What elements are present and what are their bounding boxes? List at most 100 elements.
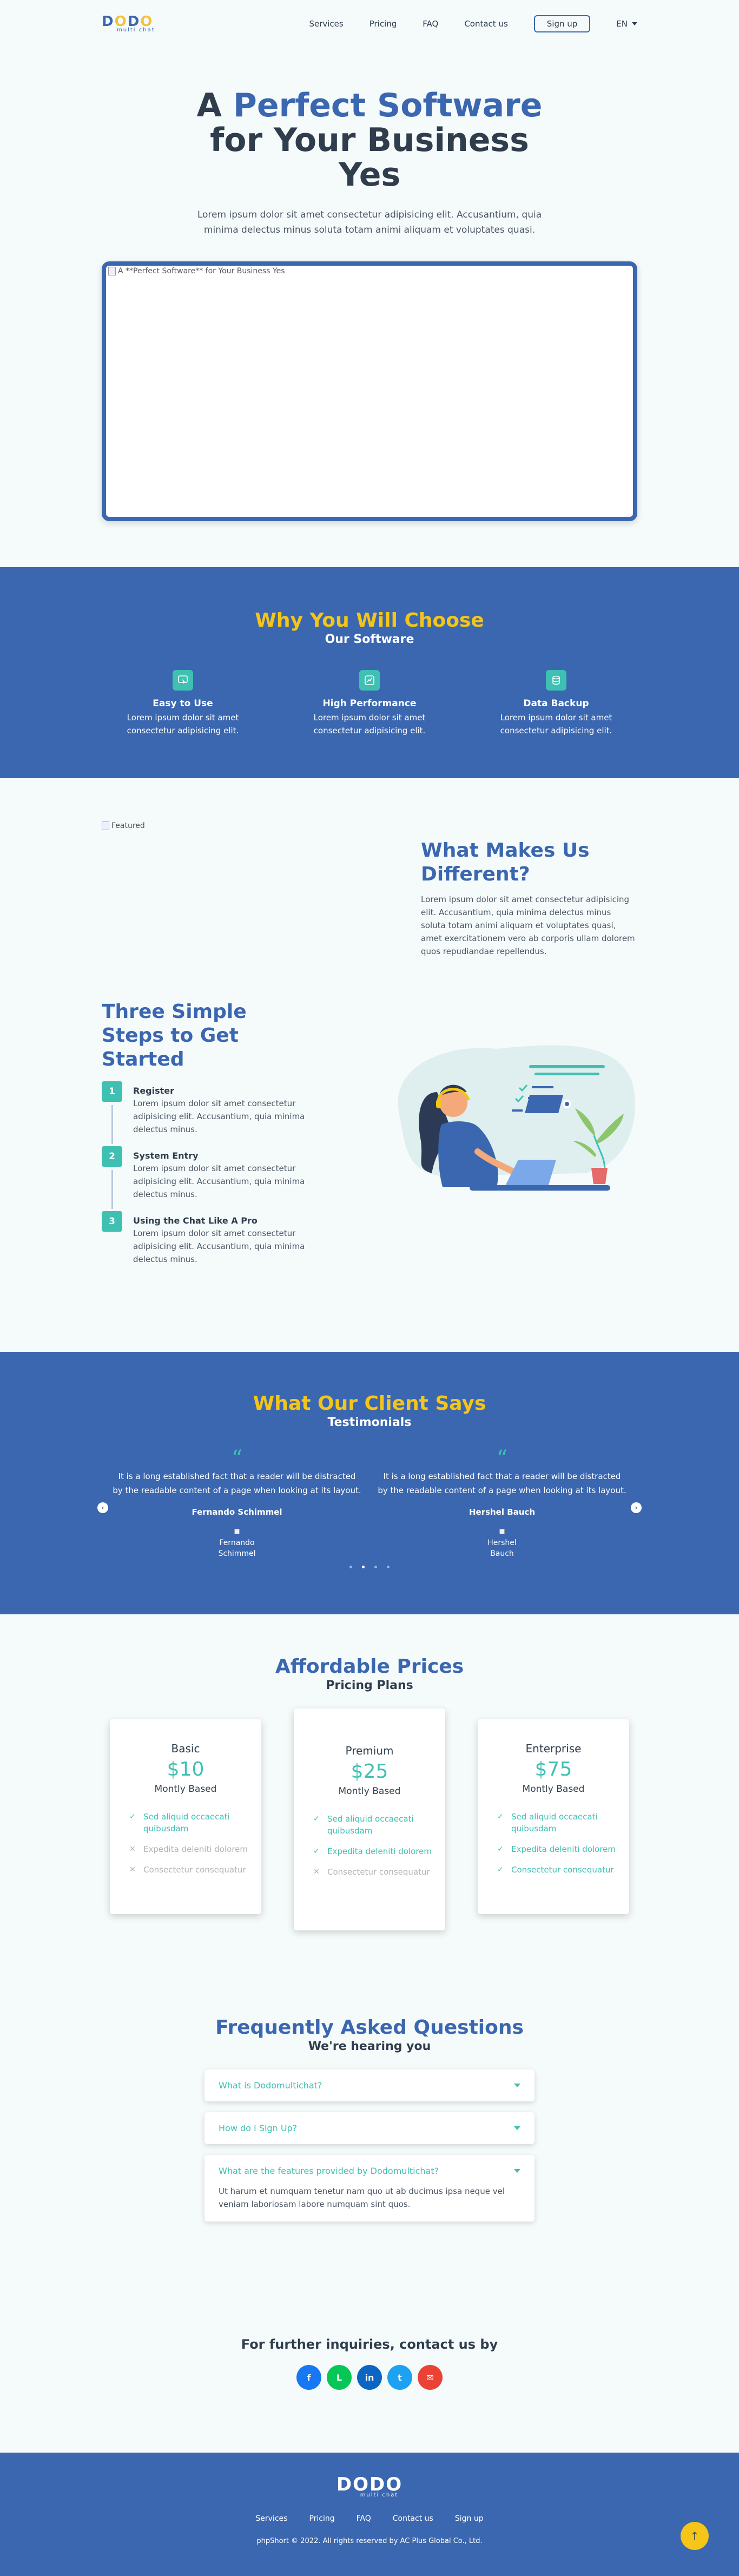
plan-feature: ✓ Consectetur consequatur — [497, 1864, 629, 1876]
social-links: f Lin t ✉ — [0, 2365, 739, 2390]
footer-nav-services[interactable]: Services — [255, 2514, 287, 2523]
faq-item[interactable]: What is Dodomultichat? — [204, 2069, 535, 2101]
cross-icon: ✕ — [129, 1845, 136, 1854]
step-item: 1 Register Lorem ipsum dolor sit amet co… — [102, 1081, 318, 1144]
footer-nav-faq[interactable]: FAQ — [357, 2514, 371, 2523]
contact-section: For further inquiries, contact us by fLi… — [0, 2337, 739, 2423]
nav-services[interactable]: Services — [309, 19, 343, 29]
nav-pricing[interactable]: Pricing — [370, 19, 397, 29]
faq-title: Frequently Asked Questions — [215, 2016, 524, 2039]
quote-icon: “ — [496, 1446, 508, 1471]
email-icon[interactable]: ✉ — [418, 2365, 443, 2390]
brand-logo[interactable]: DODO multi chat — [102, 15, 155, 33]
hero-title-accent: Perfect Software — [233, 87, 543, 124]
featured-image: Featured — [102, 822, 145, 830]
carousel-dot-active[interactable] — [362, 1566, 365, 1568]
plan-name: Enterprise — [525, 1742, 582, 1755]
footer-nav-contact[interactable]: Contact us — [393, 2514, 433, 2523]
carousel-dot[interactable] — [374, 1566, 377, 1568]
back-to-top-button[interactable]: ↑ — [681, 2522, 709, 2550]
plan-feature: ✕ Consectetur consequatur — [313, 1866, 445, 1878]
broken-image-icon — [234, 1529, 240, 1534]
plan-feature: ✕ Consectetur consequatur — [129, 1864, 261, 1876]
plan-feature-text: Sed aliquid occaecati quibusdam — [143, 1812, 230, 1834]
plan-feature-text: Sed aliquid occaecati quibusdam — [327, 1814, 414, 1836]
pricing-subtitle: Pricing Plans — [326, 1679, 413, 1692]
carousel-dot[interactable] — [387, 1566, 390, 1568]
carousel-dot[interactable] — [349, 1566, 352, 1568]
hero-image-frame: A **Perfect Software** for Your Business… — [102, 261, 637, 521]
chevron-down-icon — [632, 22, 637, 25]
faq-item[interactable]: How do I Sign Up? — [204, 2112, 535, 2144]
plan-feature: ✓ Sed aliquid occaecati quibusdam — [129, 1811, 261, 1835]
pricing-card[interactable]: Enterprise $75 Montly Based ✓ Sed aliqui… — [478, 1719, 629, 1914]
step-text: Lorem ipsum dolor sit amet consectetur a… — [133, 1228, 305, 1264]
testimonials-subtitle: Testimonials — [327, 1416, 412, 1429]
plan-basis: Montly Based — [154, 1784, 217, 1795]
main-nav: Services Pricing FAQ Contact us Sign up … — [309, 15, 637, 32]
line-icon[interactable]: L — [327, 2365, 352, 2390]
why-section: Why You Will Choose Our Software Easy to… — [0, 567, 739, 778]
step-item: 3 Using the Chat Like A Pro Lorem ipsum … — [102, 1211, 318, 1266]
carousel-next-button[interactable]: › — [631, 1502, 642, 1513]
testimonial-photo: Hershel Bauch — [480, 1527, 524, 1559]
plan-feature-text: Expedita deleniti dolorem — [327, 1846, 432, 1856]
pricing-plans: Basic $10 Montly Based ✓ Sed aliquid occ… — [110, 1708, 629, 1930]
facebook-icon[interactable]: f — [296, 2365, 321, 2390]
plan-name: Basic — [171, 1742, 200, 1755]
steps-title: Three Simple Steps to Get Started — [102, 1001, 247, 1070]
step-number: 3 — [102, 1211, 122, 1232]
plan-basis: Montly Based — [522, 1784, 585, 1795]
footer-nav-pricing[interactable]: Pricing — [309, 2514, 334, 2523]
plan-price: $25 — [351, 1760, 388, 1783]
feature-high-performance: High Performance Lorem ipsum dolor sit a… — [288, 670, 451, 737]
logo-subtitle: multi chat — [117, 27, 155, 33]
faq-section: Frequently Asked Questions We're hearing… — [0, 1974, 739, 2337]
pricing-title: Affordable Prices — [275, 1655, 464, 1678]
check-icon: ✓ — [497, 1865, 504, 1874]
feature-text: Lorem ipsum dolor sit amet consectetur a… — [127, 713, 239, 735]
featured-image-alt: Featured — [111, 822, 145, 830]
signup-button[interactable]: Sign up — [533, 15, 591, 32]
plan-price: $75 — [535, 1758, 572, 1780]
footer-nav-signup[interactable]: Sign up — [455, 2514, 484, 2523]
faq-question: What is Dodomultichat? — [219, 2080, 322, 2091]
broken-image-icon — [102, 822, 109, 830]
hero-image-alt: A **Perfect Software** for Your Business… — [118, 267, 285, 275]
database-icon — [546, 670, 566, 691]
plan-name: Premium — [345, 1744, 394, 1757]
footer-logo[interactable]: DODO multi chat — [0, 2475, 739, 2498]
feature-text: Lorem ipsum dolor sit amet consectetur a… — [313, 713, 426, 735]
copyright: phpShort © 2022. All rights reserved by … — [256, 2537, 483, 2545]
faq-answer: Ut harum et numquam tenetur nam quo ut a… — [219, 2186, 505, 2209]
hero-title-pre: A — [196, 87, 222, 124]
cross-icon: ✕ — [313, 1868, 320, 1876]
step-text: Lorem ipsum dolor sit amet consectetur a… — [133, 1099, 305, 1134]
step-number: 2 — [102, 1146, 122, 1167]
arrow-up-icon: ↑ — [690, 2529, 700, 2542]
nav-contact[interactable]: Contact us — [464, 19, 507, 29]
site-footer: DODO multi chat Services Pricing FAQ Con… — [0, 2453, 739, 2576]
faq-item-expanded[interactable]: What are the features provided by Dodomu… — [204, 2155, 535, 2222]
step-connector — [111, 1170, 113, 1209]
different-title: What Makes Us Different? — [421, 839, 590, 885]
plan-basis: Montly Based — [338, 1786, 401, 1797]
chevron-left-icon: ‹ — [101, 1504, 104, 1512]
twitter-icon[interactable]: t — [387, 2365, 412, 2390]
plan-feature-text: Expedita deleniti dolorem — [511, 1844, 616, 1854]
check-icon: ✓ — [313, 1847, 320, 1856]
testimonials-section: What Our Client Says Testimonials ‹ › “ … — [0, 1352, 739, 1614]
linkedin-icon[interactable]: in — [357, 2365, 382, 2390]
carousel-prev-button[interactable]: ‹ — [97, 1502, 108, 1513]
testimonial-quote: It is a long established fact that a rea… — [378, 1471, 626, 1495]
pricing-card[interactable]: Premium $25 Montly Based ✓ Sed aliquid o… — [294, 1708, 445, 1930]
pricing-section: Affordable Prices Pricing Plans Basic $1… — [0, 1614, 739, 1974]
language-select[interactable]: EN — [616, 19, 637, 29]
plan-feature-text: Consectetur consequatur — [327, 1867, 430, 1877]
faq-subtitle: We're hearing you — [308, 2040, 431, 2053]
logo-subtitle: multi chat — [360, 2492, 399, 2498]
plan-feature: ✓ Sed aliquid occaecati quibusdam — [497, 1811, 629, 1835]
nav-faq[interactable]: FAQ — [423, 19, 438, 29]
pricing-card[interactable]: Basic $10 Montly Based ✓ Sed aliquid occ… — [110, 1719, 261, 1914]
broken-image-icon — [108, 267, 116, 275]
